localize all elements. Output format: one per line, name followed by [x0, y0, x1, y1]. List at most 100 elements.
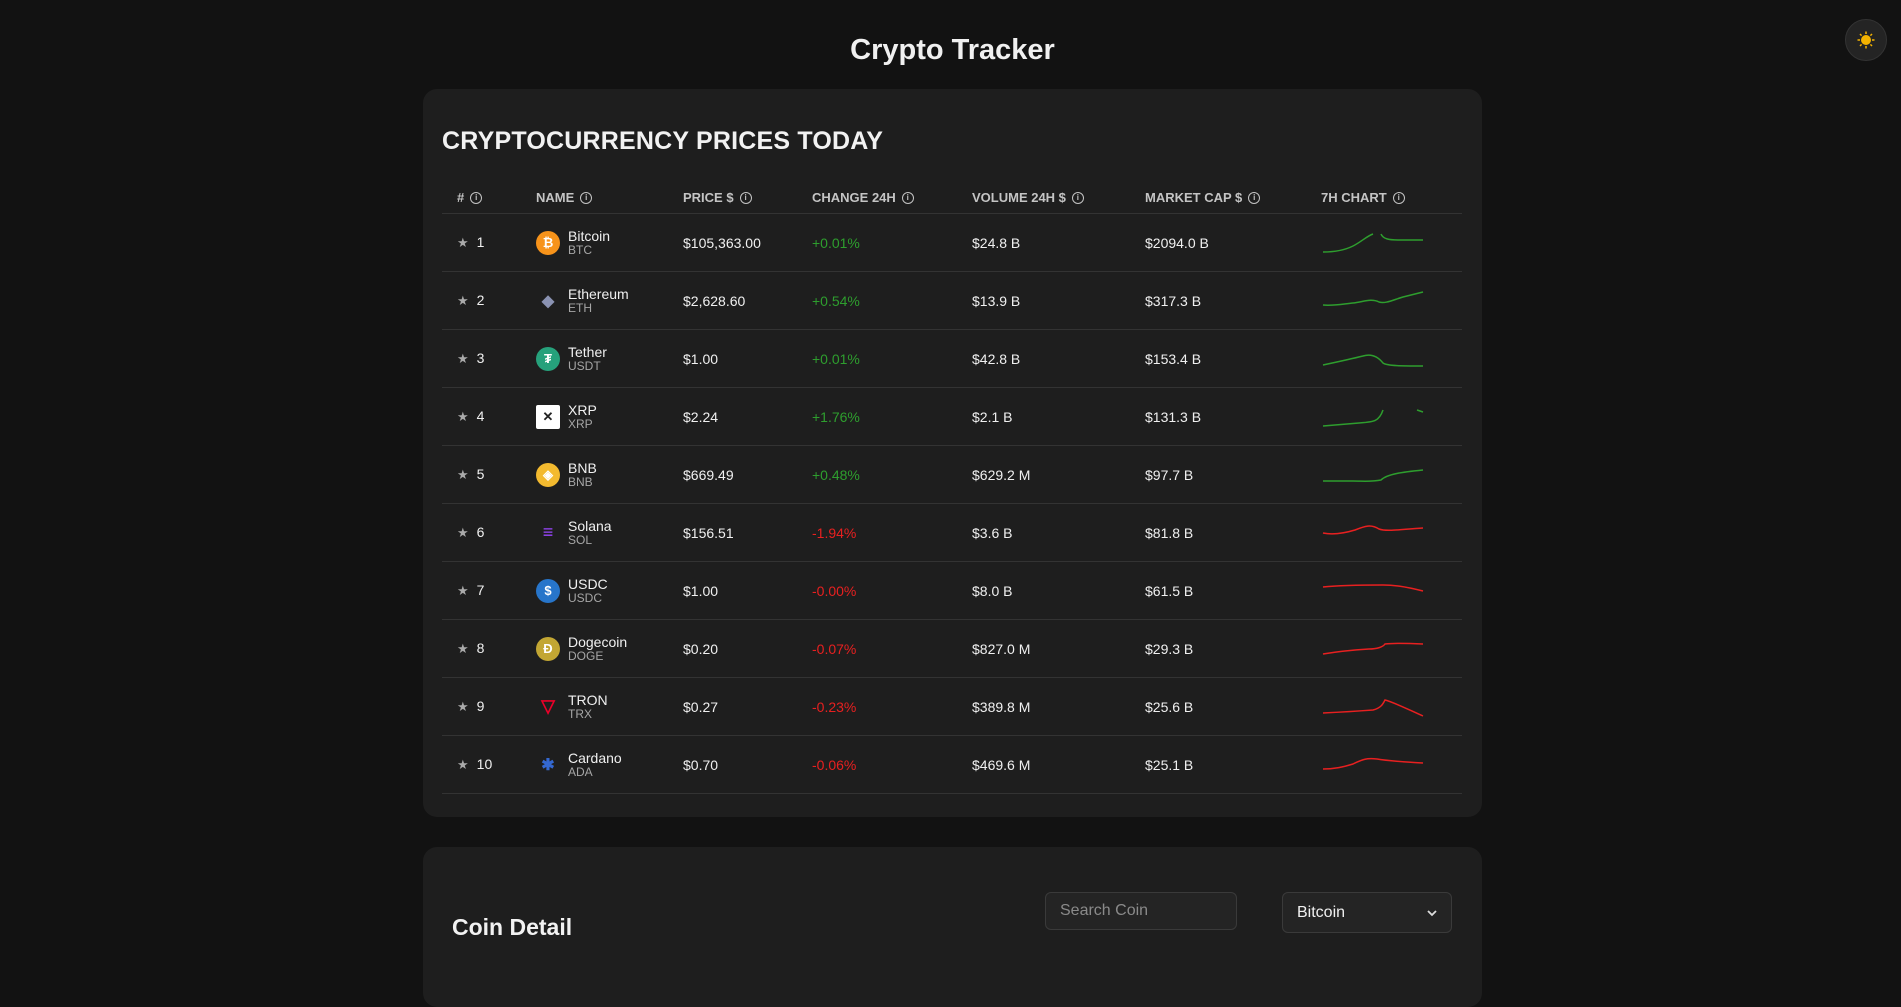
coin-detail-title: Coin Detail	[452, 914, 573, 940]
star-icon[interactable]: ★	[457, 583, 469, 598]
volume-cell: $469.6 M	[957, 735, 1130, 794]
market-cap-cell: $61.5 B	[1130, 561, 1306, 620]
ethereum-icon: ◆	[541, 292, 555, 310]
star-icon[interactable]: ★	[457, 641, 469, 656]
table-row[interactable]: ★ 5 ◈ BNB BNB $669.49 +0.48% $629.2 M $97.7 B	[442, 445, 1462, 504]
xrp-icon: ✕	[536, 404, 560, 429]
change-cell: +0.01%	[797, 329, 957, 388]
name-cell[interactable]: $ USDC USDC	[521, 561, 668, 620]
table-row[interactable]: ★ 3 ₮ Tether USDT $1.00 +0.01% $42.8 B $153.4 B	[442, 329, 1462, 388]
sparkline-chart	[1322, 642, 1424, 655]
header-price[interactable]: PRICE $ i	[668, 181, 797, 214]
tron-icon: ▽	[541, 696, 555, 716]
coin-name: Tether	[568, 343, 607, 360]
rank-cell: ★ 8	[442, 619, 521, 678]
chart-cell	[1306, 271, 1462, 330]
price-cell: $105,363.00	[668, 213, 797, 272]
table-row[interactable]: ★ 1 ₿ Bitcoin BTC $105,363.00 +0.01% $24.8 B $20…	[442, 213, 1462, 272]
star-icon[interactable]: ★	[457, 293, 469, 308]
coin-select-value: Bitcoin	[1297, 903, 1346, 921]
header-name[interactable]: NAME i	[521, 181, 668, 214]
header-volume[interactable]: VOLUME 24H $ i	[957, 181, 1130, 214]
coin-name: XRP	[568, 401, 597, 418]
star-icon[interactable]: ★	[457, 235, 469, 250]
price-cell: $0.70	[668, 735, 797, 794]
change-cell: +1.76%	[797, 387, 957, 446]
table-row[interactable]: ★ 2 ◆ Ethereum ETH $2,628.60 +0.54% $13.9 B $317…	[442, 271, 1462, 330]
chart-cell	[1306, 619, 1462, 678]
rank-cell: ★ 7	[442, 561, 521, 620]
coin-select[interactable]: Bitcoin	[1282, 892, 1452, 933]
tether-icon: ₮	[536, 346, 560, 371]
header-chart[interactable]: 7H CHART i	[1306, 181, 1462, 214]
info-icon[interactable]: i	[580, 192, 593, 205]
rank: 3	[476, 350, 485, 366]
dogecoin-icon: Ð	[536, 636, 560, 661]
change-cell: +0.54%	[797, 271, 957, 330]
header-market-cap[interactable]: MARKET CAP $ i	[1130, 181, 1306, 214]
info-icon[interactable]: i	[1392, 192, 1405, 205]
sparkline-chart	[1322, 353, 1424, 367]
table-row[interactable]: ★ 7 $ USDC USDC $1.00 -0.00% $8.0 B $61.5 B	[442, 561, 1462, 620]
chart-cell	[1306, 561, 1462, 620]
price-cell: $669.49	[668, 445, 797, 504]
coin-symbol: BTC	[568, 242, 592, 257]
market-cap-cell: $317.3 B	[1130, 271, 1306, 330]
name-cell[interactable]: Ð Dogecoin DOGE	[521, 619, 668, 678]
volume-cell: $3.6 B	[957, 503, 1130, 562]
name-cell[interactable]: ◆ Ethereum ETH	[521, 271, 668, 330]
rank-cell: ★ 1	[442, 213, 521, 272]
volume-cell: $2.1 B	[957, 387, 1130, 446]
sparkline-chart	[1322, 232, 1423, 253]
name-cell[interactable]: ▽ TRON TRX	[521, 677, 668, 736]
price-cell: $2.24	[668, 387, 797, 446]
chart-cell	[1306, 387, 1462, 446]
info-icon[interactable]: i	[739, 192, 752, 205]
rank: 7	[476, 582, 485, 598]
coin-name: Dogecoin	[568, 633, 628, 650]
table-row[interactable]: ★ 8 Ð Dogecoin DOGE $0.20 -0.07% $827.0 M $29.3 …	[442, 619, 1462, 678]
rank-cell: ★ 3	[442, 329, 521, 388]
star-icon[interactable]: ★	[457, 757, 469, 772]
coin-symbol: USDT	[568, 358, 601, 373]
search-coin-input[interactable]	[1045, 892, 1237, 930]
change-cell: -0.07%	[797, 619, 957, 678]
table-row[interactable]: ★ 9 ▽ TRON TRX $0.27 -0.23% $389.8 M $25.6 B	[442, 677, 1462, 736]
star-icon[interactable]: ★	[457, 525, 469, 540]
star-icon[interactable]: ★	[457, 409, 469, 424]
name-cell[interactable]: ✱ Cardano ADA	[521, 735, 668, 794]
info-icon[interactable]: i	[470, 192, 483, 205]
name-cell[interactable]: ✕ XRP XRP	[521, 387, 668, 446]
name-cell[interactable]: ≡ Solana SOL	[521, 503, 668, 562]
coin-name: USDC	[568, 575, 608, 592]
rank-cell: ★ 5	[442, 445, 521, 504]
info-icon[interactable]: i	[1071, 192, 1084, 205]
volume-cell: $629.2 M	[957, 445, 1130, 504]
market-cap-cell: $25.6 B	[1130, 677, 1306, 736]
coin-symbol: ADA	[568, 764, 593, 779]
header-rank[interactable]: # i	[442, 181, 521, 214]
table-row[interactable]: ★ 4 ✕ XRP XRP $2.24 +1.76% $2.1 B $131.3 B	[442, 387, 1462, 446]
bnb-icon: ◈	[536, 462, 560, 487]
bitcoin-icon: ₿	[536, 230, 560, 255]
table-row[interactable]: ★ 6 ≡ Solana SOL $156.51 -1.94% $3.6 B $81.8 B	[442, 503, 1462, 562]
info-icon[interactable]: i	[1248, 192, 1261, 205]
star-icon[interactable]: ★	[457, 351, 469, 366]
chart-cell	[1306, 445, 1462, 504]
market-cap-cell: $2094.0 B	[1130, 213, 1306, 272]
coin-symbol: TRX	[568, 706, 592, 721]
header-change[interactable]: CHANGE 24H i	[797, 181, 957, 214]
star-icon[interactable]: ★	[457, 467, 469, 482]
chart-cell	[1306, 329, 1462, 388]
name-cell[interactable]: ◈ BNB BNB	[521, 445, 668, 504]
coin-symbol: XRP	[568, 416, 593, 431]
market-cap-cell: $25.1 B	[1130, 735, 1306, 794]
name-cell[interactable]: ₿ Bitcoin BTC	[521, 213, 668, 272]
star-icon[interactable]: ★	[457, 699, 469, 714]
table-row[interactable]: ★ 10 ✱ Cardano ADA $0.70 -0.06% $469.6 M $25.1 B	[442, 735, 1462, 794]
chart-cell	[1306, 735, 1462, 794]
name-cell[interactable]: ₮ Tether USDT	[521, 329, 668, 388]
coin-name: Cardano	[568, 749, 622, 766]
info-icon[interactable]: i	[901, 192, 914, 205]
table-header-row: # i NAME i PRICE $ i CHANGE 24H i VOLUME 24H…	[442, 181, 1462, 214]
